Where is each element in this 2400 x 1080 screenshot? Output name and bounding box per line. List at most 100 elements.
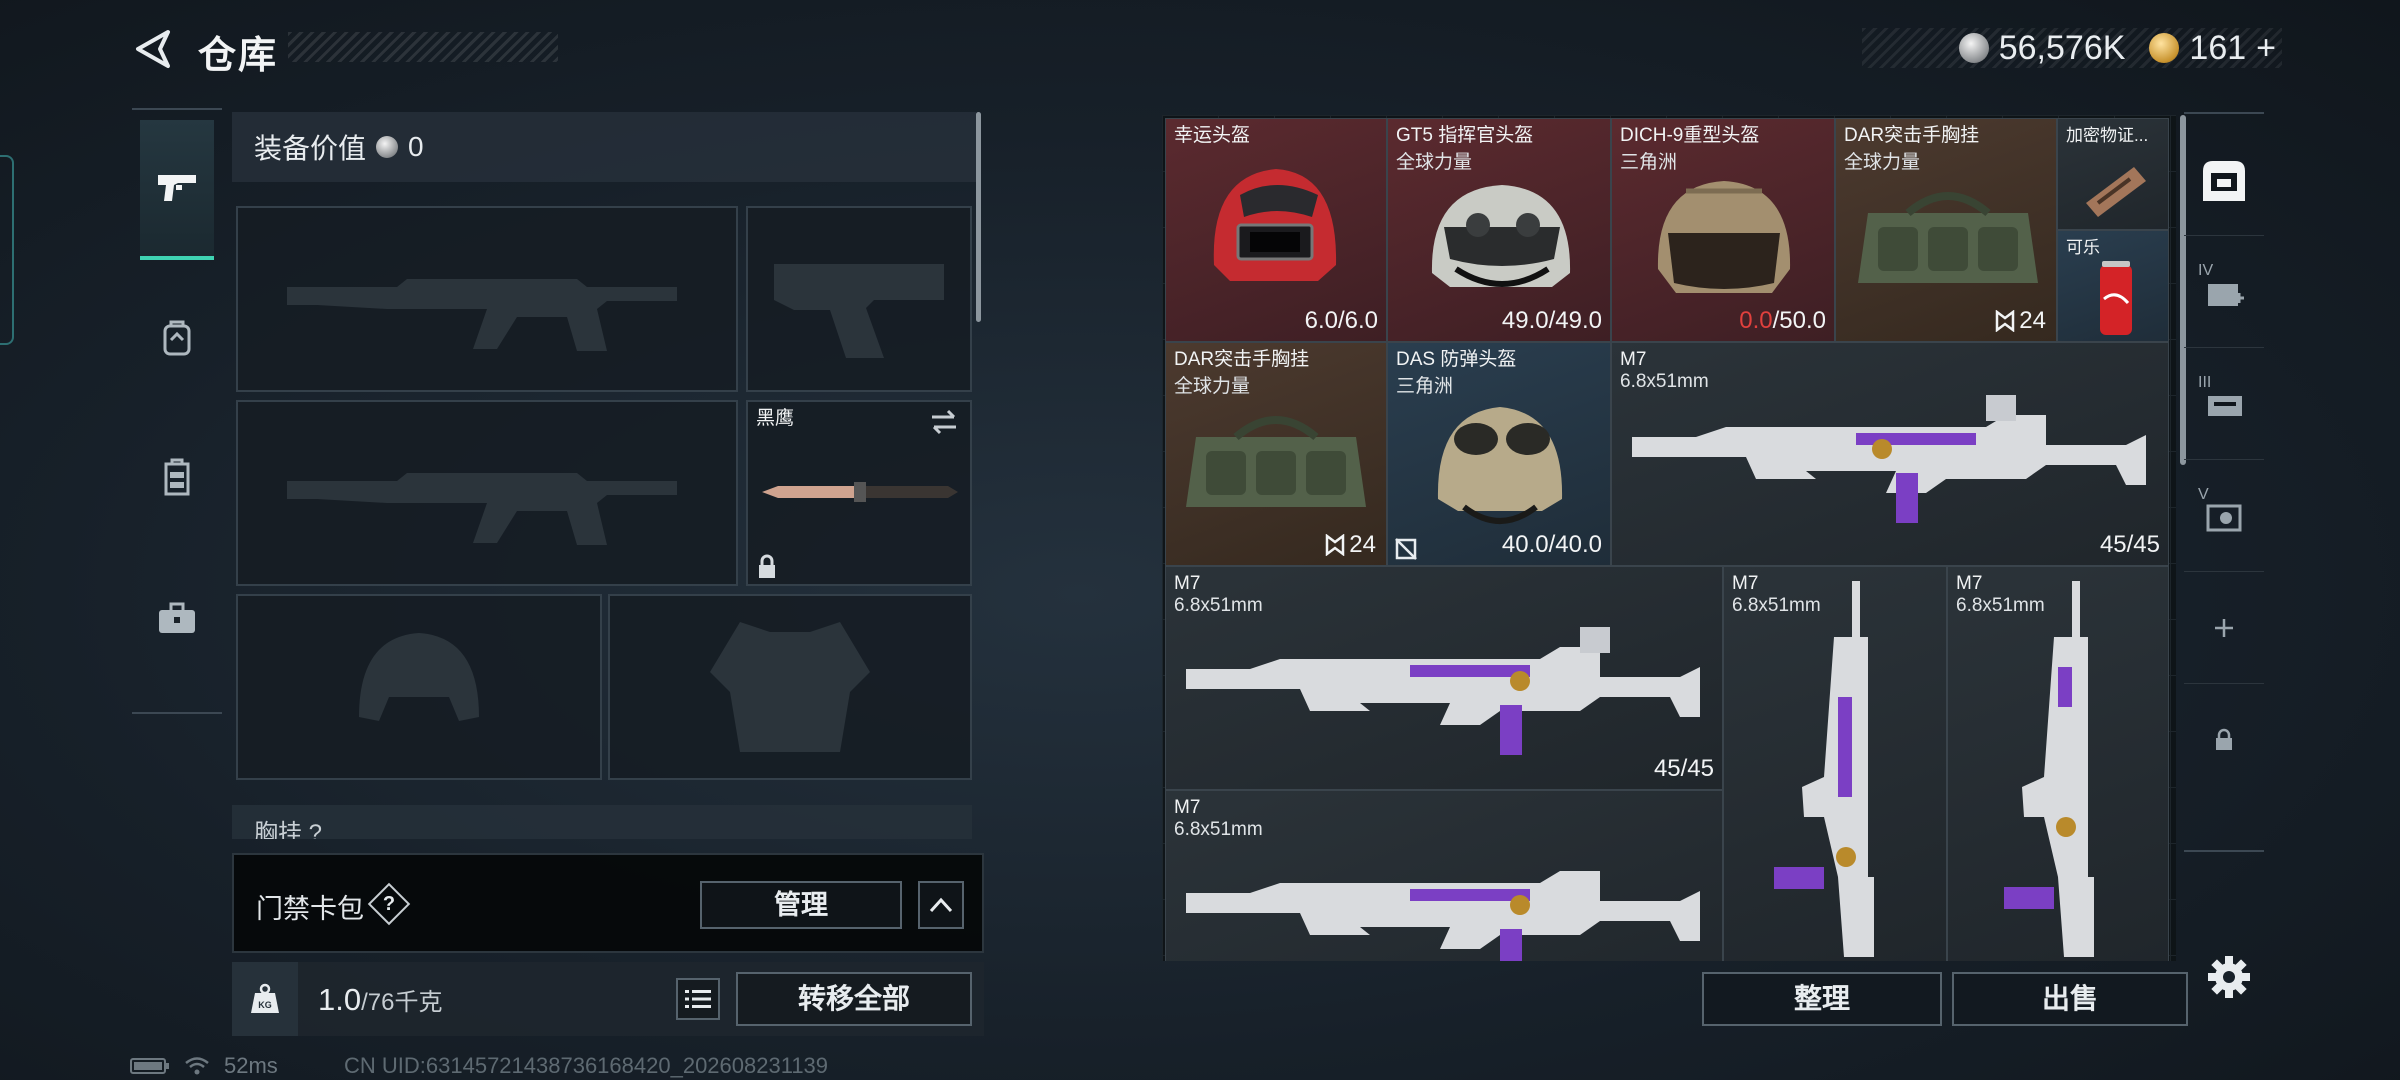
item-durability: 49.0/49.0 [1501, 307, 1602, 334]
pistol-silhouette-icon [774, 264, 944, 358]
tab-vest[interactable] [140, 408, 214, 548]
heavy-helmet-image [1657, 181, 1791, 293]
swap-icon[interactable] [928, 408, 960, 436]
stash-item-dar-chestrig[interactable]: DAR突击手胸挂 全球力量 24 [1835, 118, 2057, 342]
stash-item-m7-rifle-2[interactable]: M7 6.8x51mm 45/45 [1165, 566, 1723, 790]
collapse-button[interactable] [918, 881, 964, 929]
silver-coin-icon [1958, 33, 1989, 63]
tab-level-label: V [2198, 486, 2209, 503]
keycard-label: 门禁卡包 [256, 894, 364, 924]
transfer-all-button[interactable]: 转移全部 [736, 972, 972, 1026]
wifi-icon [185, 1057, 209, 1075]
item-stack: 24 [1325, 531, 1376, 559]
list-icon [685, 990, 711, 1008]
stash-item-m7-rifle-5[interactable]: M7 6.8x51mm [1165, 790, 1723, 961]
gear-icon [2208, 956, 2250, 998]
item-name: DAR突击手胸挂 [1844, 125, 1980, 146]
item-faction: 全球力量 [1174, 376, 1251, 397]
tab-add-stash[interactable] [2184, 572, 2264, 684]
tab-stash-iv[interactable]: IV [2184, 236, 2264, 348]
evidence-drive-image [2086, 167, 2146, 217]
durability-damaged: 0.0 [1739, 307, 1773, 334]
sort-button[interactable]: 整理 [1702, 972, 1942, 1026]
back-arrow-icon [136, 30, 170, 68]
tab-level-label: IV [2198, 262, 2214, 279]
item-name: DICH-9重型头盔 [1620, 125, 1760, 146]
melee-slot[interactable]: 黑鹰 [746, 400, 972, 586]
loadout-scrollbar[interactable] [976, 112, 981, 322]
stash-item-dich9-helmet[interactable]: DICH-9重型头盔 三角洲 0.0/50.0 [1611, 118, 1835, 342]
item-durability: 40.0/40.0 [1501, 531, 1602, 558]
armor-slot[interactable] [608, 594, 972, 780]
item-name: GT5 指挥官头盔 [1396, 125, 1534, 146]
tab-stash-v[interactable]: V [2184, 460, 2264, 572]
backpack-icon [163, 320, 191, 356]
secondary-weapon-slot[interactable] [236, 400, 738, 586]
manage-button[interactable]: 管理 [700, 881, 902, 929]
side-edge-handle[interactable] [0, 155, 14, 345]
tab-backpack[interactable] [140, 268, 214, 408]
stash-item-dar-chestrig-2[interactable]: DAR突击手胸挂 全球力量 24 [1165, 342, 1387, 566]
weight-bar: KG 1.0/76千克 转移全部 [232, 962, 984, 1036]
silver-amount: 56,576K [1998, 28, 2126, 67]
ping-readout: 52ms [224, 1053, 278, 1078]
helmet-silhouette-icon [359, 633, 479, 721]
helmet-slot[interactable] [236, 594, 602, 780]
chest-label: 胸挂 [254, 820, 302, 839]
stash-item-m7-rifle-1[interactable]: M7 6.8x51mm 45/45 [1611, 342, 2169, 566]
item-name: DAS 防弹头盔 [1396, 349, 1517, 370]
stash-item-das-helmet[interactable]: DAS 防弹头盔 三角洲 40.0/40.0 [1387, 342, 1611, 566]
item-ammo: 45/45 [1653, 755, 1714, 782]
tab-stash-iii[interactable]: III [2184, 348, 2264, 460]
gold-add-button[interactable]: + [2256, 29, 2276, 68]
item-name: 幸运头盔 [1174, 125, 1251, 146]
settings-button[interactable] [2204, 952, 2254, 1002]
vest-icon [164, 458, 190, 496]
equip-value-label: 装备价值 [254, 133, 367, 164]
loadout-panel: 装备价值 0 黑鹰 胸挂 ? [232, 112, 984, 957]
svg-text:KG: KG [258, 1000, 272, 1010]
item-ammo: 45/45 [2099, 531, 2160, 558]
tab-case[interactable] [140, 548, 214, 688]
stash-item-m7-rifle-3[interactable]: M7 6.8x51mm [1723, 566, 1947, 961]
armor-silhouette-icon [710, 622, 870, 752]
equip-value: 0 [408, 131, 424, 162]
tab-locked-stash[interactable] [2184, 684, 2264, 796]
m7-rifle-image [1186, 627, 1700, 755]
item-name: M7 [1956, 573, 1983, 594]
list-view-button[interactable] [676, 978, 720, 1020]
primary-weapon-slot[interactable] [236, 206, 738, 392]
sell-button[interactable]: 出售 [1952, 972, 2188, 1026]
stash-item-lucky-helmet[interactable]: 幸运头盔 6.0/6.0 [1165, 118, 1387, 342]
currency-bar: 56,576K 161 + [1862, 28, 2282, 68]
stack-count: 24 [2019, 307, 2046, 334]
commander-helmet-image [1431, 185, 1571, 287]
stash-item-gt5-helmet[interactable]: GT5 指挥官头盔 全球力量 49.0/49.0 [1387, 118, 1611, 342]
stash-item-m7-rifle-4[interactable]: M7 6.8x51mm [1947, 566, 2169, 961]
item-name: M7 [1732, 573, 1759, 594]
safebox-icon [2203, 160, 2245, 201]
plus-icon [2215, 618, 2233, 637]
item-name: M7 [1174, 797, 1201, 818]
tab-safebox[interactable] [2184, 124, 2264, 236]
page-title: 仓库 [198, 35, 279, 77]
battery-icon [130, 1058, 169, 1074]
pistol-slot[interactable] [746, 206, 972, 392]
pistol-icon [158, 175, 196, 201]
item-name: M7 [1620, 349, 1647, 370]
stash-item-cola[interactable]: 可乐 [2057, 230, 2169, 342]
gold-amount: 161 [2189, 28, 2247, 67]
loadout-category-tabs [132, 108, 222, 714]
stash-item-encrypted-evidence[interactable]: 加密物证... [2057, 118, 2169, 230]
stash-grid: 幸运头盔 6.0/6.0 GT5 指挥官头盔 全球力量 49.0/49.0 DI… [1162, 115, 2176, 961]
tab-weapons[interactable] [140, 120, 214, 260]
cola-can-image [2100, 261, 2132, 335]
stack-count: 24 [1349, 531, 1376, 558]
back-button[interactable] [130, 26, 176, 72]
help-button[interactable]: ? [367, 882, 411, 926]
weight-readout: 1.0/76千克 [318, 982, 442, 1018]
chest-rig-row[interactable]: 胸挂 ? [232, 805, 972, 839]
item-name: 加密物证... [2066, 126, 2149, 145]
rifle-silhouette-icon [287, 279, 677, 351]
durability-max: /50.0 [1772, 307, 1826, 334]
